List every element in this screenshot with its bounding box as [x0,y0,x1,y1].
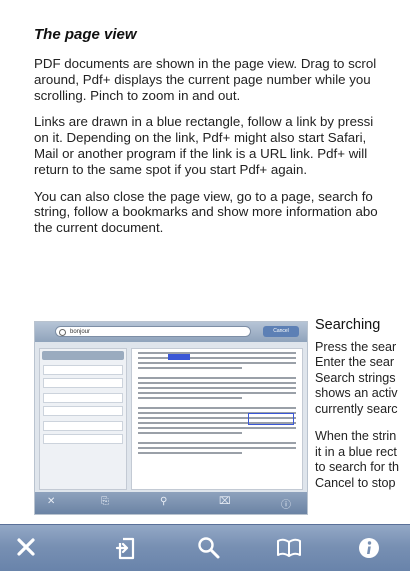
info-button[interactable] [346,525,390,571]
text-line: Enter the sear [315,355,395,369]
search-button[interactable] [186,525,230,571]
thumb-result-row [43,365,123,375]
bottom-toolbar [0,524,410,571]
page-title: The page view [34,26,137,43]
text-line: When the strin [315,429,397,443]
thumb-result-row [43,434,123,444]
help-content: The page view PDF documents are shown in… [34,26,410,247]
search-icon [198,537,220,559]
thumb-text-line [138,357,296,359]
thumb-info-icon: ⓘ [281,500,291,511]
close-icon [17,538,35,556]
searching-heading: Searching [315,318,381,333]
thumb-text-line [138,442,296,444]
thumb-bookmarks-icon: ⌧ [219,496,231,507]
thumb-search-bar: bonjour Cancel [35,322,307,342]
searching-paragraph: When the strin it in a blue rect to sear… [315,429,410,491]
paragraph-links: Links are drawn in a blue rectangle, fol… [34,114,410,177]
thumb-search-icon: ⚲ [160,496,168,507]
thumb-result-row [43,406,123,416]
info-icon [359,538,379,558]
go-to-page-button[interactable] [104,525,148,571]
go-to-page-icon [115,537,135,560]
thumb-cancel-button: Cancel [263,326,299,337]
thumb-text-line [138,377,296,379]
thumb-toolbar: ✕ ⎘ ⚲ ⌧ ⓘ [35,492,307,514]
thumb-search-field: bonjour [55,326,251,337]
bookmarks-icon [277,538,301,557]
thumb-close-icon: ✕ [47,496,56,507]
thumb-text-line [138,447,296,449]
search-screenshot-thumbnail: bonjour Cancel ✕ ⎘ ⚲ ⌧ ⓘ [34,321,308,515]
searching-section: Searching Press the sear Enter the sear … [315,318,410,503]
text-line: string, follow a bookmarks and show more… [34,204,378,220]
thumb-results-header [42,351,124,360]
thumb-go-to-page-icon: ⎘ [101,496,109,507]
text-line: Search strings [315,370,396,385]
thumb-result-row [43,421,123,431]
bookmarks-button[interactable] [265,525,309,571]
paragraph-page-view: PDF documents are shown in the page view… [34,56,410,103]
thumb-result-row [43,393,123,403]
text-line: the current document. [34,220,164,236]
thumb-search-value: bonjour [70,329,91,335]
thumb-text-line [138,352,296,354]
text-line: return to the same spot if you start Pdf… [34,161,308,177]
text-line: to search for th [315,460,399,474]
thumb-link-rectangle [248,413,294,425]
text-line: on it. Depending on the link, Pdf+ might… [34,130,367,146]
text-line: around, Pdf+ displays the current page n… [34,71,371,87]
thumb-text-line [138,407,296,409]
thumb-search-icon [59,329,66,336]
close-button[interactable] [4,525,48,571]
thumb-search-highlight [168,354,190,360]
thumb-result-row [43,378,123,388]
text-line: You can also close the page view, go to … [34,188,373,204]
help-page-view: The page view PDF documents are shown in… [0,0,410,571]
text-line: shows an activ [315,386,398,400]
text-line: currently searc [315,401,398,416]
text-line: Cancel to stop [315,475,396,490]
text-line: Links are drawn in a blue rectangle, fol… [34,114,374,130]
thumb-results-list [39,348,127,490]
thumb-text-line [138,392,296,394]
thumb-text-line [138,427,296,429]
paragraph-navigation: You can also close the page view, go to … [34,189,410,236]
thumb-document-page [131,348,303,490]
text-line: Mail or another program if the link is a… [34,145,368,161]
text-line: Press the sear [315,339,397,354]
text-line: PDF documents are shown in the page view… [34,56,377,71]
text-line: it in a blue rect [315,444,397,459]
thumb-text-line [138,452,242,454]
searching-paragraph: Press the sear Enter the sear Search str… [315,340,410,418]
thumb-text-line [138,387,296,389]
thumb-text-line [138,362,296,364]
thumb-text-line [138,382,296,384]
text-line: scrolling. Pinch to zoom in and out. [34,87,241,103]
